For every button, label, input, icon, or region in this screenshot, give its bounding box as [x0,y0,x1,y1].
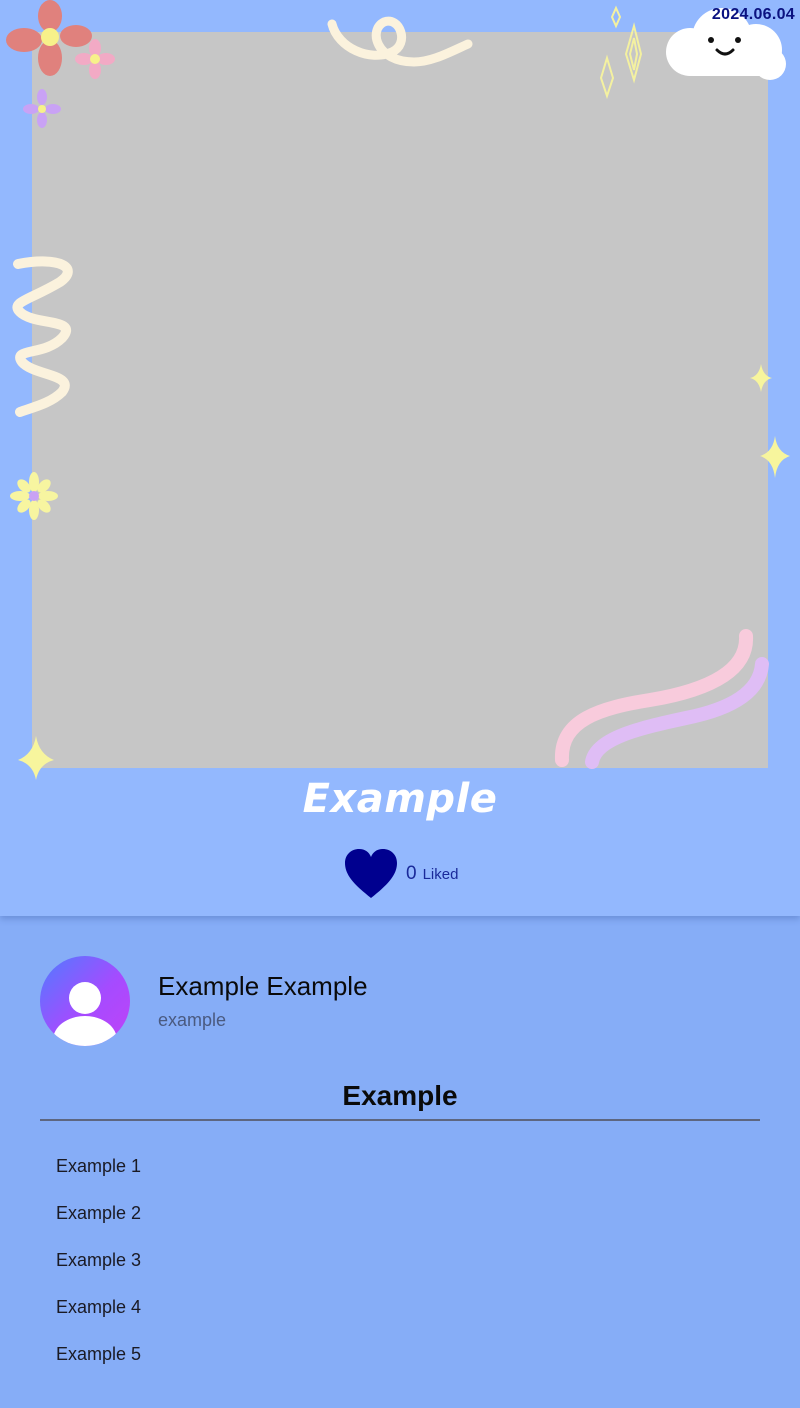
photo-placeholder[interactable] [32,32,768,768]
avatar[interactable] [40,956,130,1046]
list-item[interactable]: Example 2 [56,1203,141,1250]
heart-icon[interactable] [344,848,398,900]
like-label: Liked [422,865,459,883]
list-item[interactable]: Example 5 [56,1344,141,1391]
post-card: 2024.06.04 Example 0 Liked [0,0,800,916]
like-bar: 0 Liked [344,848,458,900]
section-title: Example [342,1080,458,1111]
example-list: Example 1 Example 2 Example 3 Example 4 … [56,1156,141,1391]
list-item[interactable]: Example 1 [56,1156,141,1203]
user-handle: example [158,1010,227,1030]
section-divider [40,1119,760,1121]
user-name: Example Example [158,971,368,1001]
list-item[interactable]: Example 3 [56,1250,141,1297]
profile-names: Example Example example [158,971,368,1031]
post-date: 2024.06.04 [711,6,795,23]
post-caption: Example [302,776,498,822]
list-item[interactable]: Example 4 [56,1297,141,1344]
user-silhouette-icon [53,982,117,1046]
like-count: 0 [406,863,417,884]
profile-header: Example Example example [40,956,368,1046]
